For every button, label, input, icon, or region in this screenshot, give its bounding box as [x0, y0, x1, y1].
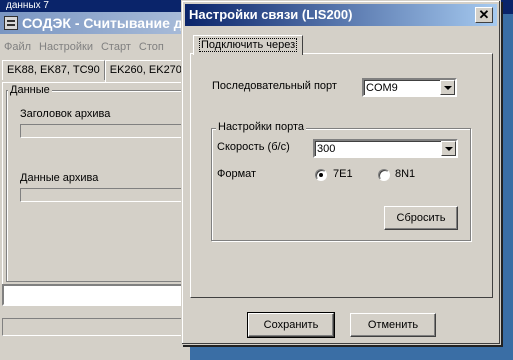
archive-header-field[interactable] [20, 124, 188, 138]
tab-ek260[interactable]: EK260, EK270, [104, 60, 190, 82]
menu-item-stop[interactable]: Стоп [135, 38, 168, 56]
tab-ek88[interactable]: EK88, EK87, TC90 [2, 60, 105, 80]
background-window: СОДЭК - Считывание да Файл Настройки Старт… [0, 12, 192, 360]
data-group-label: Данные [8, 84, 52, 96]
port-settings-label: Настройки порта [216, 121, 306, 133]
background-tabs: EK88, EK87, TC90 EK260, EK270, [2, 60, 190, 82]
background-status-bar [2, 318, 192, 336]
background-input-bar[interactable] [2, 284, 192, 306]
serial-port-label: Последовательный порт [212, 80, 337, 92]
background-menu-bar: Файл Настройки Старт Стоп [0, 38, 168, 56]
archive-header-label: Заголовок архива [20, 108, 111, 120]
connection-settings-dialog: Настройки связи (LIS200) ✕ Подключить че… [181, 0, 501, 345]
format-radio-8n1[interactable] [378, 169, 390, 181]
serial-port-value: COM9 [366, 82, 398, 94]
menu-item-start[interactable]: Старт [97, 38, 135, 56]
format-option-7e1[interactable]: 7E1 [333, 168, 353, 180]
background-window-title[interactable]: СОДЭК - Считывание да [0, 12, 190, 34]
speed-select[interactable]: 300 [313, 139, 458, 158]
background-strip-text: данных 7 [6, 0, 49, 11]
dialog-title: Настройки связи (LIS200) [189, 7, 353, 22]
chevron-down-icon[interactable] [441, 141, 456, 156]
close-button[interactable]: ✕ [475, 7, 493, 23]
serial-port-select[interactable]: COM9 [362, 78, 457, 97]
tab-connect-via-label: Подключить через [199, 38, 298, 52]
app-icon [4, 16, 18, 30]
reset-button[interactable]: Сбросить [384, 206, 458, 230]
speed-label: Скорость (б/с) [217, 141, 290, 153]
tab-connect-via[interactable]: Подключить через [193, 35, 304, 55]
format-radio-7e1[interactable] [315, 169, 327, 181]
speed-value: 300 [317, 143, 336, 155]
menu-item-settings[interactable]: Настройки [35, 38, 97, 56]
chevron-down-icon[interactable] [440, 80, 455, 95]
save-button[interactable]: Сохранить [247, 312, 335, 338]
cancel-button[interactable]: Отменить [350, 313, 436, 337]
dialog-title-bar[interactable]: Настройки связи (LIS200) ✕ [185, 4, 497, 26]
archive-data-label: Данные архива [20, 172, 99, 184]
format-label: Формат [217, 168, 257, 180]
archive-data-field[interactable] [20, 188, 188, 202]
format-option-8n1[interactable]: 8N1 [395, 168, 415, 180]
close-icon: ✕ [478, 7, 490, 22]
menu-item-file[interactable]: Файл [0, 38, 35, 56]
